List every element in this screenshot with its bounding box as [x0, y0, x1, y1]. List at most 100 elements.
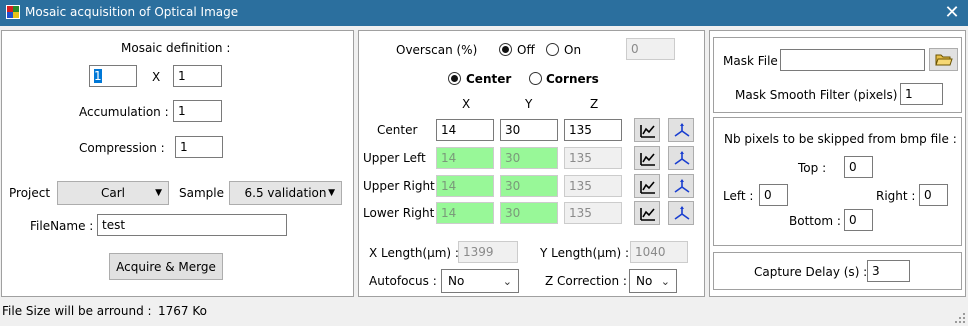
z-correction-value: No — [636, 274, 653, 288]
chevron-down-icon: ▼ — [155, 188, 162, 198]
capture-delay-label: Capture Delay (s) : — [754, 265, 868, 279]
graph-icon — [640, 181, 655, 194]
graph-icon — [640, 153, 655, 166]
lower-right-x-input: 14 — [436, 202, 494, 224]
graph-icon — [640, 125, 655, 138]
mosaic-definition-label: Mosaic definition : — [121, 41, 231, 55]
upper-right-axis-button[interactable] — [668, 174, 694, 198]
overscan-on-label: On — [564, 43, 582, 57]
mask-smooth-label: Mask Smooth Filter (pixels) : — [735, 88, 906, 102]
right-input[interactable]: 0 — [919, 184, 948, 206]
chevron-down-icon: ⌄ — [502, 275, 512, 288]
right-label: Right : — [876, 189, 916, 203]
overscan-value-input: 0 — [626, 38, 675, 60]
axes-icon — [674, 123, 690, 137]
row-lower-right-label: Lower Right — [363, 206, 435, 220]
lower-right-graph-button[interactable] — [634, 201, 660, 225]
corners-mode-label: Corners — [546, 72, 599, 86]
upper-left-y-input: 30 — [500, 147, 558, 169]
bottom-input[interactable]: 0 — [844, 209, 873, 231]
autofocus-select[interactable]: No ⌄ — [441, 269, 519, 293]
column-header-z: Z — [590, 97, 599, 111]
upper-right-z-input: 135 — [564, 175, 622, 197]
center-y-input[interactable]: 30 — [500, 119, 558, 141]
folder-icon — [935, 54, 953, 66]
autofocus-label: Autofocus : — [369, 274, 437, 288]
row-upper-left-label: Upper Left — [363, 151, 426, 165]
left-label: Left : — [723, 189, 754, 203]
sample-select[interactable]: 6.5 validation ▼ — [229, 181, 342, 205]
center-mode-label: Center — [466, 72, 512, 86]
upper-left-z-input: 135 — [564, 147, 622, 169]
column-header-y: Y — [525, 97, 533, 111]
overscan-off-radio[interactable] — [499, 43, 512, 56]
upper-right-x-input: 14 — [436, 175, 494, 197]
top-label: Top : — [798, 161, 827, 175]
lower-right-z-input: 135 — [564, 202, 622, 224]
sample-label: Sample — [179, 186, 224, 200]
project-select[interactable]: Carl ▼ — [57, 181, 169, 205]
upper-left-x-input: 14 — [436, 147, 494, 169]
upper-right-y-input: 30 — [500, 175, 558, 197]
chevron-down-icon: ⌄ — [660, 275, 670, 288]
chevron-down-icon: ▼ — [328, 188, 335, 198]
title-bar: Mosaic acquisition of Optical Image ✕ — [0, 0, 968, 26]
capture-delay-input[interactable]: 3 — [867, 260, 910, 282]
center-x-input[interactable]: 14 — [436, 119, 494, 141]
overscan-on-radio[interactable] — [546, 43, 559, 56]
graph-icon — [640, 208, 655, 221]
left-input[interactable]: 0 — [759, 184, 788, 206]
browse-button[interactable] — [929, 48, 958, 71]
file-size-value: 1767 Ko — [158, 304, 207, 318]
accumulation-label: Accumulation : — [79, 105, 169, 119]
mosaic-y-input[interactable]: 1 — [173, 65, 222, 87]
column-header-x: X — [462, 97, 471, 111]
project-label: Project — [9, 186, 51, 200]
center-axis-button[interactable] — [668, 118, 694, 142]
compression-label: Compression : — [79, 141, 165, 155]
project-value: Carl — [101, 186, 125, 200]
axes-icon — [674, 179, 690, 193]
overscan-label: Overscan (%) — [396, 43, 478, 57]
sample-value: 6.5 validation — [244, 186, 327, 200]
lower-right-axis-button[interactable] — [668, 201, 694, 225]
center-graph-button[interactable] — [634, 118, 660, 142]
upper-right-graph-button[interactable] — [634, 174, 660, 198]
mosaic-x-input[interactable]: 1 — [89, 65, 137, 87]
row-upper-right-label: Upper Right — [363, 179, 435, 193]
axes-icon — [674, 206, 690, 220]
top-input[interactable]: 0 — [844, 156, 873, 178]
autofocus-value: No — [448, 274, 465, 288]
filename-input[interactable]: test — [97, 214, 287, 236]
z-correction-label: Z Correction : — [545, 274, 627, 288]
x-length-label: X Length(µm) : — [369, 246, 459, 260]
y-length-label: Y Length(µm) : — [540, 246, 630, 260]
bottom-label: Bottom : — [789, 214, 841, 228]
mask-file-label: Mask File : — [723, 54, 786, 68]
resize-grip-icon[interactable] — [954, 312, 966, 324]
row-center-label: Center — [377, 123, 418, 137]
lower-right-y-input: 30 — [500, 202, 558, 224]
upper-left-graph-button[interactable] — [634, 146, 660, 170]
x-length-input: 1399 — [458, 241, 518, 263]
overscan-off-label: Off — [517, 43, 535, 57]
mosaic-x-separator: X — [152, 70, 161, 84]
center-z-input[interactable]: 135 — [564, 119, 622, 141]
axes-icon — [674, 151, 690, 165]
center-mode-radio[interactable] — [448, 72, 461, 85]
compression-input[interactable]: 1 — [175, 136, 223, 158]
close-icon[interactable]: ✕ — [940, 2, 964, 24]
acquire-merge-button[interactable]: Acquire & Merge — [109, 253, 223, 280]
z-correction-select[interactable]: No ⌄ — [629, 269, 677, 293]
upper-left-axis-button[interactable] — [668, 146, 694, 170]
file-size-label: File Size will be arround : — [2, 304, 152, 318]
filename-label: FileName : — [30, 219, 94, 233]
skip-pixels-title: Nb pixels to be skipped from bmp file : — [724, 132, 957, 146]
corners-mode-radio[interactable] — [529, 72, 542, 85]
window-title: Mosaic acquisition of Optical Image — [25, 5, 239, 19]
y-length-input: 1040 — [630, 241, 688, 263]
accumulation-input[interactable]: 1 — [173, 100, 222, 122]
mask-smooth-input[interactable]: 1 — [900, 83, 943, 105]
mask-file-input[interactable] — [780, 49, 925, 71]
app-icon — [6, 5, 20, 19]
